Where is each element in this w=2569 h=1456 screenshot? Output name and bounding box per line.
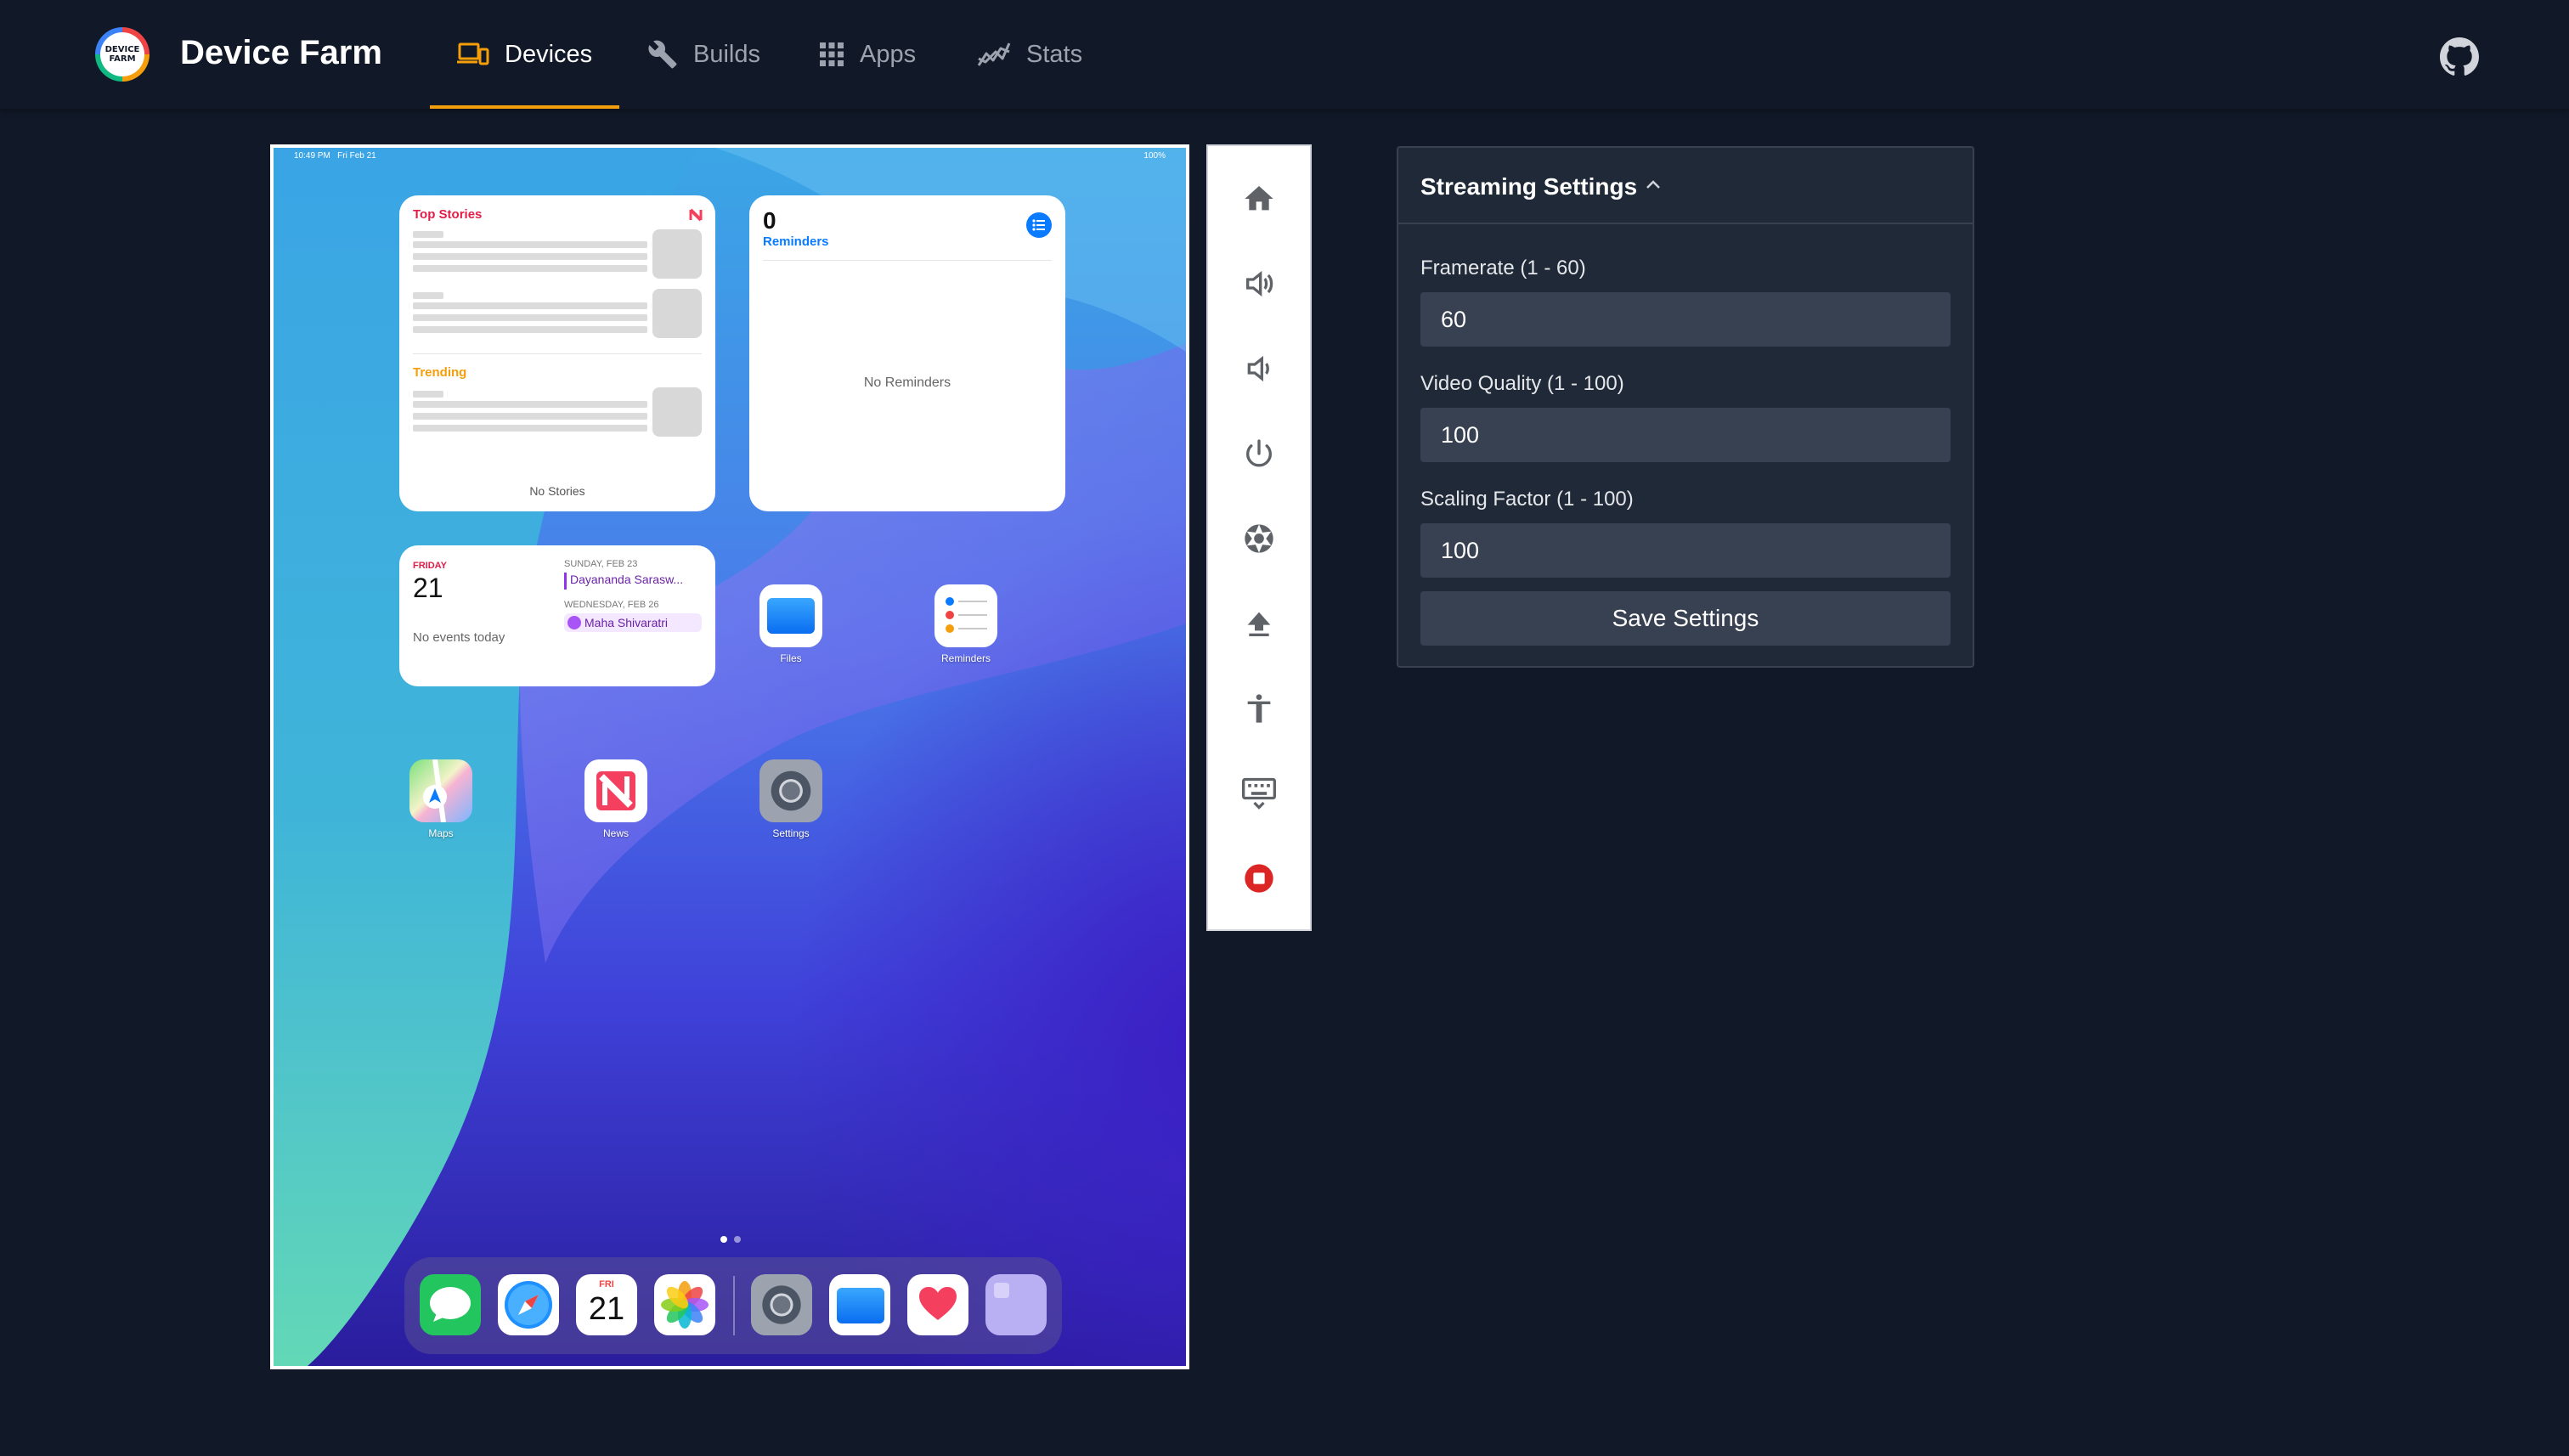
news-icon	[688, 207, 703, 223]
calendar-date: 21	[413, 573, 443, 603]
files-icon	[759, 584, 822, 647]
maps-icon	[409, 759, 472, 822]
calendar-event: Dayananda Sarasw...	[564, 573, 702, 590]
reminders-widget[interactable]: 0 Reminders No Reminders	[749, 195, 1065, 511]
status-bar: 10:49 PM Fri Feb 21 100%	[294, 151, 1166, 165]
video-quality-input[interactable]	[1420, 408, 1951, 462]
framerate-input[interactable]	[1420, 292, 1951, 347]
reminders-widget-label: Reminders	[763, 234, 829, 249]
settings-gear-icon[interactable]	[751, 1274, 812, 1335]
framerate-label: Framerate (1 - 60)	[1420, 257, 1586, 279]
nav-apps[interactable]: Apps	[819, 0, 916, 109]
files-icon[interactable]	[829, 1274, 890, 1335]
save-settings-button[interactable]: Save Settings	[1420, 591, 1951, 646]
calendar-day: FRIDAY	[413, 561, 447, 571]
wrench-icon	[648, 40, 677, 69]
dock: FRI 21	[404, 1257, 1062, 1354]
scaling-factor-label: Scaling Factor (1 - 100)	[1420, 488, 1634, 511]
calendar-event-date: WEDNESDAY, FEB 26	[564, 600, 659, 610]
reminders-count: 0	[763, 207, 776, 234]
app-settings[interactable]: Settings	[759, 759, 822, 839]
stats-chart-icon	[977, 42, 1011, 66]
nav-stats[interactable]: Stats	[977, 0, 1082, 109]
app-news[interactable]: News	[584, 759, 647, 839]
volume-down-button[interactable]	[1208, 335, 1310, 403]
accessibility-button[interactable]	[1208, 674, 1310, 742]
volume-up-icon	[1246, 270, 1273, 297]
device-farm-logo[interactable]: DEVICE FARM	[95, 27, 150, 82]
scaling-factor-input[interactable]	[1420, 523, 1951, 578]
app-library-icon[interactable]	[985, 1274, 1047, 1335]
news-widget-empty: No Stories	[529, 484, 585, 498]
device-controls	[1206, 144, 1312, 931]
nav-builds[interactable]: Builds	[647, 0, 760, 109]
calendar-empty: No events today	[413, 630, 505, 645]
upload-button[interactable]	[1208, 590, 1310, 657]
calendar-widget[interactable]: FRIDAY 21 No events today SUNDAY, FEB 23…	[399, 545, 715, 686]
app-maps[interactable]: Maps	[409, 759, 472, 839]
app-reminders[interactable]: Reminders	[934, 584, 997, 664]
streaming-settings-title: Streaming Settings	[1420, 173, 1638, 200]
video-quality-label: Video Quality (1 - 100)	[1420, 372, 1624, 395]
apps-grid-icon	[820, 42, 844, 66]
messages-icon[interactable]	[420, 1274, 481, 1335]
chevron-up-icon[interactable]	[1645, 178, 1662, 190]
status-battery: 100%	[1143, 151, 1166, 161]
home-icon	[1245, 186, 1273, 211]
list-icon	[1026, 212, 1052, 238]
news-widget-trending: Trending	[413, 365, 467, 380]
reminders-icon	[934, 584, 997, 647]
settings-gear-icon	[759, 759, 822, 822]
nav-devices[interactable]: Devices	[429, 0, 620, 109]
power-icon	[1246, 439, 1272, 467]
screenshot-button[interactable]	[1208, 505, 1310, 573]
power-button[interactable]	[1208, 420, 1310, 488]
device-screen[interactable]: 10:49 PM Fri Feb 21 100% Top Stories Tre…	[270, 144, 1189, 1369]
news-icon	[584, 759, 647, 822]
keyboard-button[interactable]	[1208, 759, 1310, 827]
page-indicator	[720, 1232, 748, 1247]
accessibility-icon	[1247, 694, 1271, 723]
home-button[interactable]	[1208, 165, 1310, 233]
volume-up-button[interactable]	[1208, 250, 1310, 318]
news-widget-title: Top Stories	[413, 207, 483, 222]
top-nav: DEVICE FARM Device Farm Devices Builds A…	[0, 0, 2569, 109]
keyboard-icon	[1242, 777, 1276, 810]
status-time: 10:49 PM	[294, 151, 330, 161]
streaming-settings-panel: Streaming Settings Framerate (1 - 60) Vi…	[1397, 146, 1974, 668]
streaming-settings-header[interactable]: Streaming Settings	[1398, 148, 1973, 224]
upload-icon	[1247, 612, 1271, 636]
github-icon[interactable]	[2440, 37, 2479, 76]
volume-down-icon	[1247, 355, 1269, 382]
health-icon[interactable]	[907, 1274, 968, 1335]
stop-session-button[interactable]	[1208, 844, 1310, 912]
photos-icon[interactable]	[654, 1274, 715, 1335]
app-title[interactable]: Device Farm	[180, 34, 382, 72]
stop-icon	[1245, 864, 1273, 893]
calendar-event: Maha Shivaratri	[564, 613, 702, 632]
safari-icon[interactable]	[498, 1274, 559, 1335]
devices-icon	[457, 42, 489, 65]
dock-separator	[733, 1276, 735, 1335]
news-widget[interactable]: Top Stories Trending No Stories	[399, 195, 715, 511]
camera-shutter-icon	[1245, 524, 1273, 553]
calendar-event-date: SUNDAY, FEB 23	[564, 559, 638, 569]
calendar-app-icon[interactable]: FRI 21	[576, 1274, 637, 1335]
reminders-widget-empty: No Reminders	[863, 375, 951, 390]
app-files[interactable]: Files	[759, 584, 822, 664]
status-date: Fri Feb 21	[337, 151, 376, 161]
